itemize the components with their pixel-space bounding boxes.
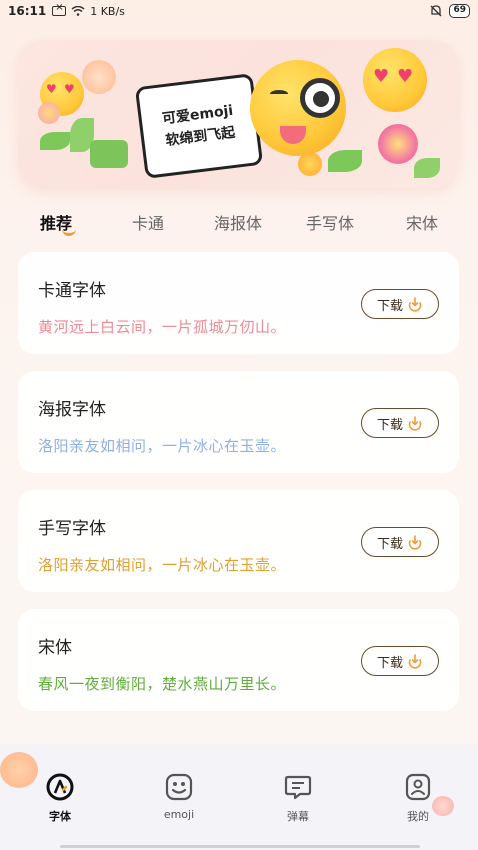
font-a-icon <box>46 773 74 801</box>
heart-eyes-emoji-icon: ♥ ♥ <box>363 48 427 112</box>
bottom-nav: 字体 emoji 弹幕 我的 <box>0 744 478 850</box>
profile-icon <box>405 773 431 801</box>
font-sample-text: 洛阳亲友如相问，一片冰心在玉壶。 <box>38 556 287 574</box>
font-title: 卡通字体 <box>38 281 106 301</box>
font-sample-text: 洛阳亲友如相问，一片冰心在玉壶。 <box>38 437 287 455</box>
nav-label: 弹幕 <box>287 810 309 823</box>
sun-icon <box>298 152 322 176</box>
bell-muted-icon <box>431 5 442 17</box>
flower-icon <box>82 60 116 94</box>
download-button[interactable]: 下载 <box>361 646 439 676</box>
font-title: 手写字体 <box>38 519 106 539</box>
network-speed: 1 KB/s <box>90 4 125 18</box>
chat-bubble-icon <box>284 775 312 800</box>
tab-songti[interactable]: 宋体 <box>406 210 438 234</box>
download-label: 下载 <box>376 536 403 552</box>
nav-danmaku[interactable]: 弹幕 <box>258 772 338 824</box>
download-icon <box>408 535 422 550</box>
active-tab-indicator <box>62 228 76 236</box>
flower-icon <box>90 140 128 168</box>
status-bar: 16:11 1 KB/s 69 <box>0 0 478 22</box>
emoji-face-icon <box>165 773 193 801</box>
notification-icon <box>52 2 67 16</box>
font-title: 海报字体 <box>38 400 106 420</box>
flower-icon <box>432 796 454 816</box>
gesture-bar <box>60 845 420 848</box>
leaf-icon <box>40 132 70 150</box>
font-title: 宋体 <box>38 638 72 658</box>
magnifier-emoji-icon <box>250 60 346 156</box>
flower-icon <box>38 102 60 124</box>
nav-label: 字体 <box>49 810 71 823</box>
flower-icon <box>378 124 418 164</box>
font-sample-text: 黄河远上白云间，一片孤城万仞山。 <box>38 318 287 336</box>
download-label: 下载 <box>376 655 403 671</box>
promo-banner[interactable]: ♥ ♥ 可爱emoji 软绵到飞起 ♥ ♥ <box>18 40 458 188</box>
font-card-handwriting[interactable]: 手写字体 洛阳亲友如相问，一片冰心在玉壶。 下载 <box>18 490 459 592</box>
tab-handwriting[interactable]: 手写体 <box>306 210 354 234</box>
font-sample-text: 春风一夜到衡阳，楚水燕山万里长。 <box>38 675 287 693</box>
flower-icon <box>0 752 38 788</box>
download-icon <box>408 297 422 312</box>
download-label: 下载 <box>376 417 403 433</box>
battery-icon: 69 <box>449 4 470 18</box>
font-card-songti[interactable]: 宋体 春风一夜到衡阳，楚水燕山万里长。 下载 <box>18 609 459 711</box>
leaf-icon <box>414 158 440 178</box>
nav-emoji[interactable]: emoji <box>139 772 219 821</box>
download-icon <box>408 416 422 431</box>
category-tabs: 推荐 卡通 海报体 手写体 宋体 <box>0 204 478 240</box>
download-label: 下载 <box>376 298 403 314</box>
nav-label: 我的 <box>407 810 429 823</box>
leaf-icon <box>328 150 362 172</box>
status-time: 16:11 <box>8 4 47 18</box>
tab-cartoon[interactable]: 卡通 <box>132 210 164 234</box>
wifi-icon <box>71 6 85 16</box>
tab-poster[interactable]: 海报体 <box>214 210 262 234</box>
download-button[interactable]: 下载 <box>361 289 439 319</box>
download-button[interactable]: 下载 <box>361 408 439 438</box>
nav-label: emoji <box>163 808 195 821</box>
font-card-cartoon[interactable]: 卡通字体 黄河远上白云间，一片孤城万仞山。 下载 <box>18 252 459 354</box>
font-card-poster[interactable]: 海报字体 洛阳亲友如相问，一片冰心在玉壶。 下载 <box>18 371 459 473</box>
banner-slogan-card: 可爱emoji 软绵到飞起 <box>134 73 264 179</box>
download-button[interactable]: 下载 <box>361 527 439 557</box>
download-icon <box>408 654 422 669</box>
